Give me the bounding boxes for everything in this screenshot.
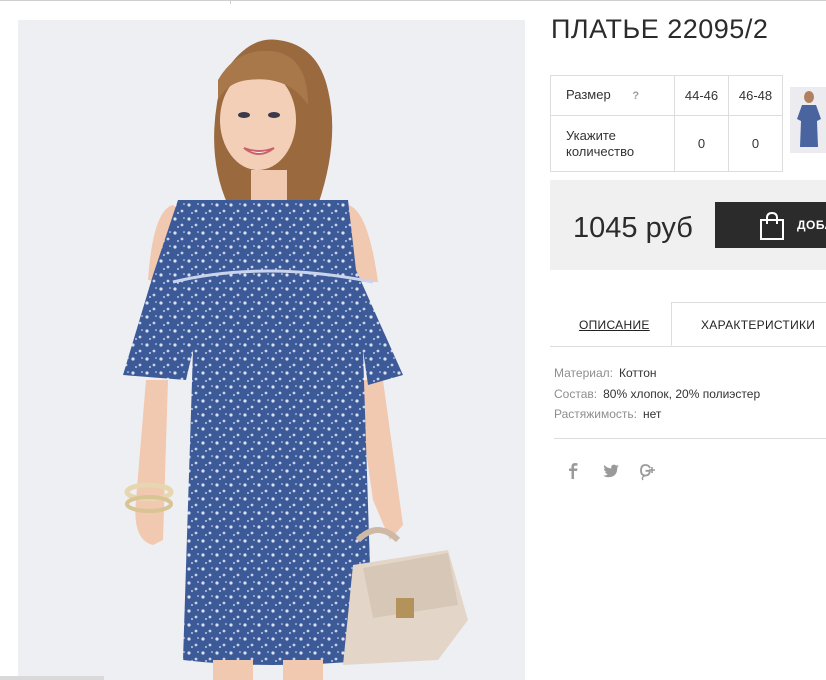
tab-characteristics[interactable]: ХАРАКТЕРИСТИКИ bbox=[671, 302, 826, 346]
quantity-label-line1: Укажите bbox=[566, 127, 616, 143]
horizontal-scrollbar[interactable] bbox=[0, 676, 104, 680]
google-plus-icon bbox=[640, 464, 655, 481]
tab-description[interactable]: ОПИСАНИЕ bbox=[579, 318, 650, 332]
facebook-share-link[interactable] bbox=[567, 462, 579, 484]
size-label: Размер bbox=[566, 87, 611, 102]
product-photo[interactable] bbox=[18, 20, 525, 680]
dress-photo-icon bbox=[123, 39, 468, 680]
quantity-input-46-48[interactable]: 0 bbox=[728, 115, 783, 172]
characteristic-key: Растяжимость: bbox=[554, 407, 638, 421]
characteristics-list: Материал: Коттон Состав: 80% хлопок, 20% п… bbox=[554, 363, 760, 425]
quantity-label-cell: Укажите количество bbox=[550, 115, 675, 172]
product-title: ПЛАТЬЕ 22095/2 bbox=[551, 14, 769, 44]
characteristic-value: нет bbox=[643, 407, 662, 421]
add-to-cart-button[interactable]: ДОБАВИТЬ В КОРЗИНУ bbox=[715, 202, 826, 248]
facebook-icon bbox=[569, 463, 578, 479]
characteristic-key: Материал: bbox=[554, 366, 613, 380]
add-to-cart-label: ДОБАВИТЬ В КОРЗИНУ bbox=[797, 218, 826, 232]
google-plus-share-link[interactable] bbox=[638, 462, 658, 484]
size-help-icon[interactable]: ? bbox=[632, 90, 639, 102]
size-label-cell: Размер ? bbox=[550, 75, 675, 116]
characteristic-row: Материал: Коттон bbox=[554, 363, 760, 384]
product-price: 1045 руб bbox=[573, 212, 693, 244]
quantity-label-line2: количество bbox=[566, 143, 635, 159]
social-divider bbox=[554, 438, 826, 439]
shopping-bag-icon bbox=[760, 211, 784, 240]
characteristic-row: Состав: 80% хлопок, 20% полиэстер bbox=[554, 384, 760, 405]
size-option-46-48[interactable]: 46-48 bbox=[728, 75, 783, 116]
twitter-icon bbox=[603, 464, 619, 478]
characteristic-value: Коттон bbox=[618, 366, 657, 380]
product-thumbnail[interactable] bbox=[790, 87, 826, 153]
top-divider-tick bbox=[230, 0, 231, 4]
tab-characteristics-label: ХАРАКТЕРИСТИКИ bbox=[701, 318, 816, 332]
dress-thumbnail-icon bbox=[797, 91, 821, 147]
twitter-share-link[interactable] bbox=[602, 462, 620, 484]
tabs-divider bbox=[550, 346, 826, 347]
characteristic-value: 80% хлопок, 20% полиэстер bbox=[603, 386, 761, 401]
characteristic-row: Растяжимость: нет bbox=[554, 404, 760, 425]
price-box: 1045 руб ДОБАВИТЬ В КОРЗИНУ bbox=[550, 180, 826, 270]
quantity-input-44-46[interactable]: 0 bbox=[674, 115, 729, 172]
size-option-44-46[interactable]: 44-46 bbox=[674, 75, 729, 116]
size-table: Размер ? 44-46 46-48 Укажите количество … bbox=[550, 75, 783, 172]
top-divider bbox=[0, 0, 826, 1]
characteristic-key: Состав: bbox=[554, 386, 598, 401]
